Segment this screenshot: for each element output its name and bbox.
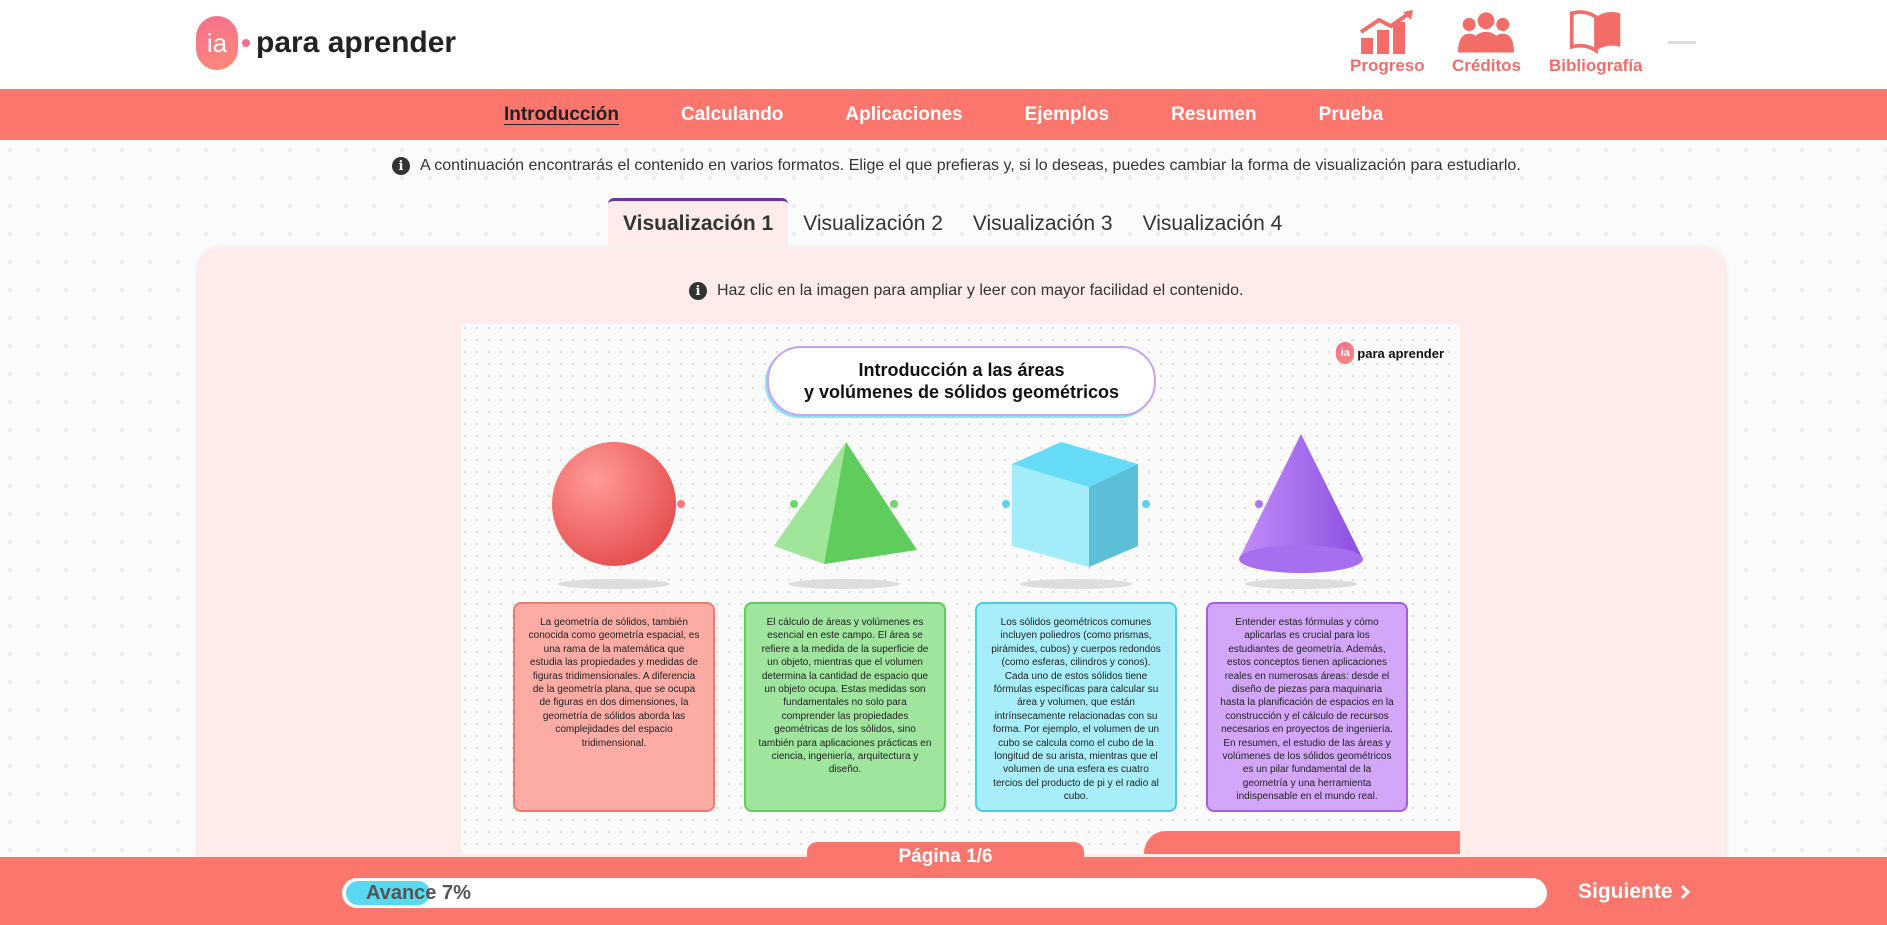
infographic-image[interactable]: Introducción a las áreas y volúmenes de … [461, 324, 1460, 854]
nav-bibliografia-label: Bibliografía [1549, 56, 1643, 75]
nav-aplicaciones[interactable]: Aplicaciones [845, 104, 962, 126]
menu-toggle[interactable] [1668, 41, 1696, 44]
cone-shape [1239, 434, 1363, 589]
tab-visualizacion-3[interactable]: Visualización 3 [958, 198, 1128, 246]
page-indicator: Página 1/6 [807, 842, 1084, 872]
nav-progreso[interactable]: Progreso [1350, 8, 1425, 76]
nav-bibliografia[interactable]: Bibliografía [1549, 8, 1643, 76]
top-bar: ia para aprender Progreso Créditos Bibli… [0, 0, 1887, 89]
format-notice-text: A continuación encontrarás el contenido … [420, 157, 1521, 174]
next-button-label: Siguiente [1578, 880, 1673, 903]
pyramid-shape [774, 442, 917, 589]
group-icon [1458, 12, 1515, 53]
nav-prueba[interactable]: Prueba [1319, 104, 1383, 126]
format-notice: i A continuación encontrarás el contenid… [392, 157, 1521, 175]
nav-ejemplos[interactable]: Ejemplos [1025, 104, 1109, 126]
logo-badge: ia [196, 16, 238, 70]
tab-visualizacion-2[interactable]: Visualización 2 [788, 198, 958, 246]
progress-label: Avance 7% [366, 882, 471, 904]
info-icon: i [689, 282, 707, 300]
nav-resumen[interactable]: Resumen [1171, 104, 1257, 126]
nav-creditos-label: Créditos [1452, 56, 1521, 75]
visualization-tabs: Visualización 1 Visualización 2 Visualiz… [608, 198, 1297, 246]
tab-visualizacion-4[interactable]: Visualización 4 [1128, 198, 1298, 246]
zoom-notice-text: Haz clic en la imagen para ampliar y lee… [717, 282, 1244, 299]
open-book-icon [1569, 10, 1621, 54]
info-card-1: La geometría de sólidos, también conocid… [513, 602, 715, 812]
info-card-2: El cálculo de áreas y volúmenes es esenc… [744, 602, 946, 812]
progress-bar: Avance 7% [342, 878, 1547, 908]
info-card-3: Los sólidos geométricos comunes incluyen… [975, 602, 1177, 812]
nav-calculando[interactable]: Calculando [681, 104, 783, 126]
infographic-footer [1144, 831, 1460, 854]
logo-text: para aprender [256, 26, 457, 59]
next-button[interactable]: Siguiente [1578, 880, 1691, 904]
nav-progreso-label: Progreso [1350, 56, 1425, 75]
brand-logo[interactable]: ia para aprender [196, 16, 456, 70]
info-card-4: Entender estas fórmulas y cómo aplicarla… [1206, 602, 1408, 812]
chart-growth-icon [1360, 10, 1414, 54]
nav-introduccion[interactable]: Introducción [504, 104, 619, 126]
main-nav: Introducción Calculando Aplicaciones Eje… [0, 89, 1887, 140]
nav-creditos[interactable]: Créditos [1452, 8, 1521, 76]
sphere-shape [552, 442, 676, 589]
tab-visualizacion-1[interactable]: Visualización 1 [608, 198, 789, 246]
zoom-notice: i Haz clic en la imagen para ampliar y l… [689, 282, 1243, 300]
info-icon: i [392, 157, 410, 175]
chevron-right-icon [1680, 884, 1690, 900]
logo-dot [242, 39, 250, 47]
cube-shape [1012, 442, 1138, 589]
connector-lines [552, 434, 1363, 589]
